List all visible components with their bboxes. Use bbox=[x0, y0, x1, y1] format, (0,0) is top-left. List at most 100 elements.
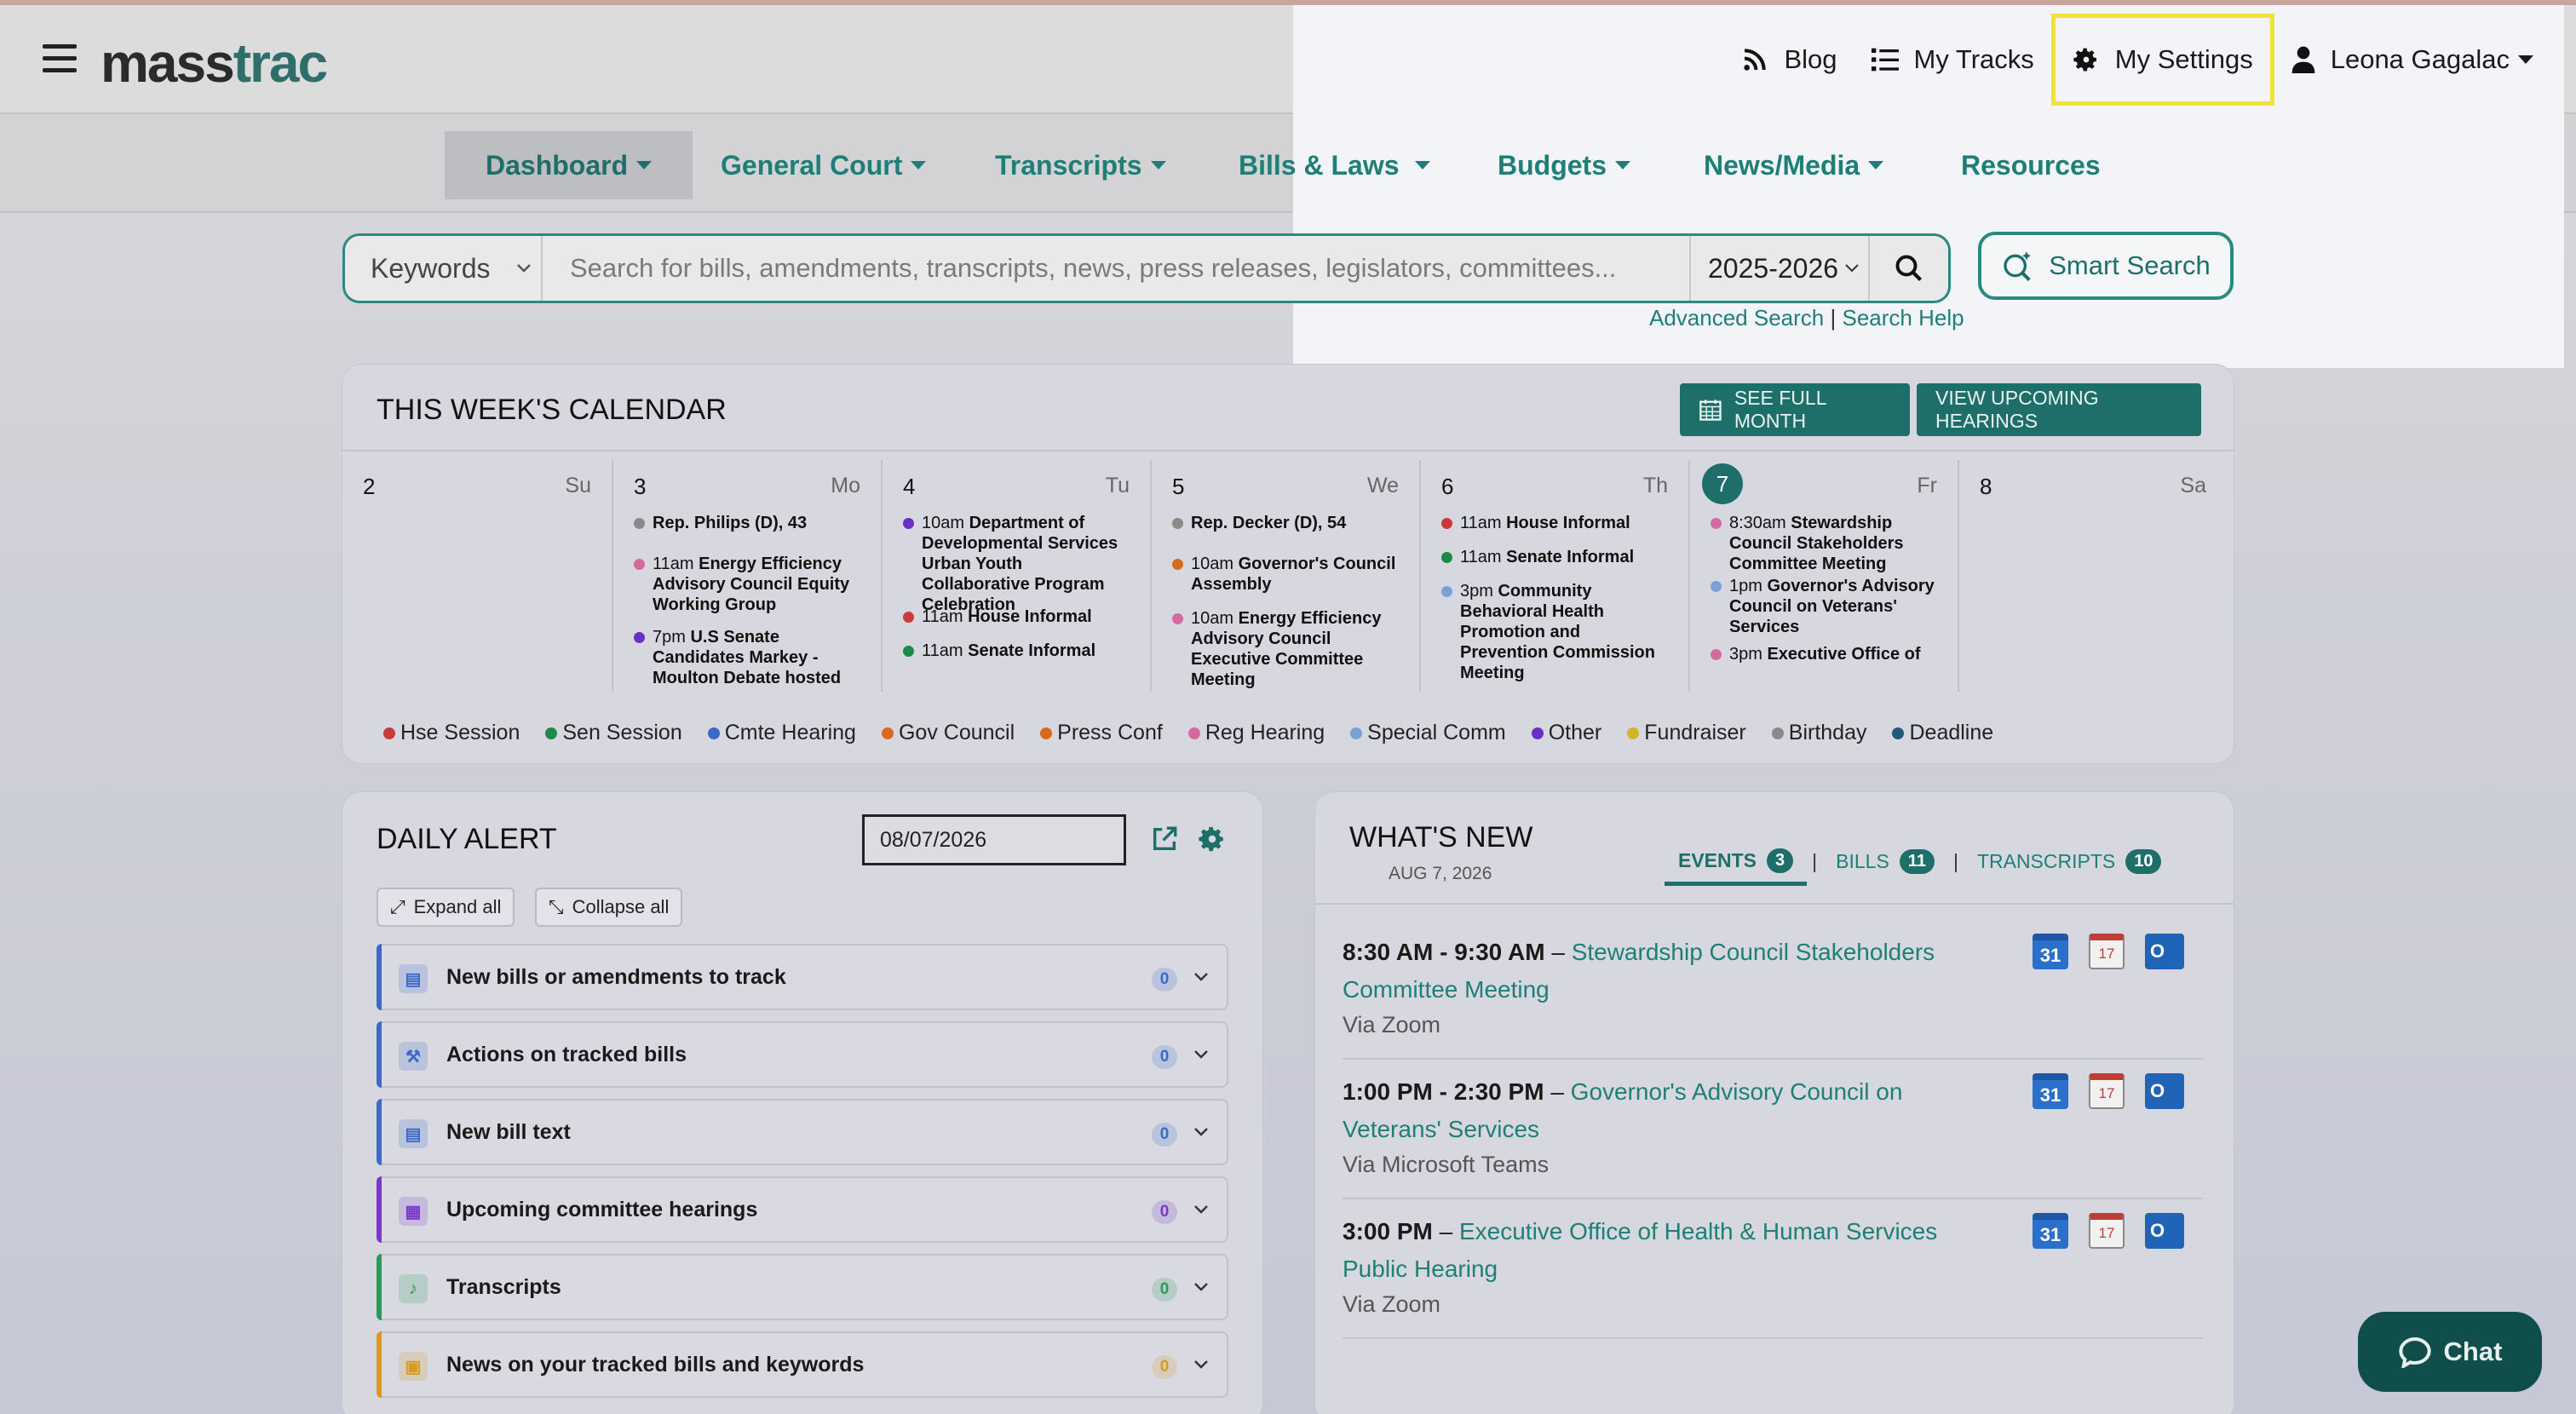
category-color-bar bbox=[377, 1254, 382, 1320]
event-dot bbox=[1172, 613, 1183, 624]
google-calendar-icon[interactable]: 31 bbox=[2033, 1213, 2068, 1249]
masstrac-logo[interactable]: masstrac bbox=[101, 27, 328, 99]
see-full-month-button[interactable]: SEE FULL MONTH bbox=[1680, 383, 1910, 436]
blog-link[interactable]: Blog bbox=[1724, 14, 1854, 106]
my-settings-link[interactable]: My Settings bbox=[2050, 14, 2274, 106]
calendar-divider bbox=[342, 450, 2234, 451]
nav-general-court[interactable]: General Court bbox=[721, 131, 927, 199]
day-name: Mo bbox=[831, 474, 860, 497]
event-dot bbox=[903, 518, 914, 529]
calendar-event[interactable]: 10am Department of Developmental Service… bbox=[903, 513, 1131, 615]
calendar-event[interactable]: 11am Senate Informal bbox=[903, 641, 1131, 661]
calendar-legend: Hse Session Sen Session Cmte Hearing Gov Co… bbox=[383, 721, 2019, 745]
calendar-event[interactable]: 3pm Executive Office of bbox=[1711, 644, 1939, 664]
alert-category-row[interactable]: ⚒ Actions on tracked bills 0 bbox=[377, 1021, 1228, 1088]
session-select[interactable]: 2025-2026 bbox=[1689, 236, 1868, 301]
event-title: Senate Informal bbox=[1506, 548, 1635, 566]
my-settings-label: My Settings bbox=[2114, 44, 2253, 74]
chat-button[interactable]: Chat bbox=[2358, 1312, 2542, 1392]
calendar-event[interactable]: 11am Senate Informal bbox=[1441, 547, 1670, 567]
chevron-down-icon bbox=[1845, 264, 1859, 273]
my-tracks-link[interactable]: My Tracks bbox=[1854, 14, 2051, 106]
ical-icon[interactable]: 17 bbox=[2089, 1073, 2125, 1109]
calendar-day[interactable]: 8 Sa bbox=[1958, 460, 2227, 692]
ical-icon[interactable]: 17 bbox=[2089, 1213, 2125, 1249]
event-title: House Informal bbox=[1506, 514, 1630, 532]
calendar-event[interactable]: 11am House Informal bbox=[903, 606, 1131, 627]
nav-bills-laws[interactable]: Bills & Laws bbox=[1239, 131, 1430, 199]
calendar-day[interactable]: 2 Su bbox=[342, 460, 612, 692]
ical-icon[interactable]: 17 bbox=[2089, 934, 2125, 969]
chevron-down-icon[interactable] bbox=[1193, 1278, 1210, 1295]
legend-item: Sen Session bbox=[545, 721, 682, 745]
tab-separator: | bbox=[1812, 849, 1818, 872]
calendar-event[interactable]: Rep. Philips (D), 43 bbox=[634, 513, 862, 533]
nav-resources[interactable]: Resources bbox=[1961, 131, 2101, 199]
outlook-calendar-icon[interactable]: O bbox=[2145, 1073, 2184, 1109]
outlook-calendar-icon[interactable]: O bbox=[2145, 1213, 2184, 1249]
day-name: Th bbox=[1642, 474, 1668, 497]
legend-dot bbox=[1350, 727, 1363, 739]
tab-transcripts[interactable]: TRANSCRIPTS 10 bbox=[1964, 848, 2176, 874]
calendar-event[interactable]: 3pm Community Behavioral Health Promotio… bbox=[1441, 581, 1670, 683]
search-input[interactable]: Search for bills, amendments, transcript… bbox=[543, 253, 1689, 284]
calendar-day[interactable]: 6 Th 11am House Informal 11am Senate Inform… bbox=[1419, 460, 1688, 692]
legend-label: Hse Session bbox=[400, 721, 520, 744]
alert-category-label: New bills or amendments to track bbox=[446, 964, 786, 989]
legend-label: Sen Session bbox=[562, 721, 682, 744]
alert-category-row[interactable]: ▣ News on your tracked bills and keywords… bbox=[377, 1331, 1228, 1398]
external-link-icon[interactable] bbox=[1150, 825, 1179, 854]
calendar-event[interactable]: 10am Energy Efficiency Advisory Council … bbox=[1172, 608, 1400, 690]
whats-new-date: AUG 7, 2026 bbox=[1389, 864, 1492, 883]
alert-category-row[interactable]: ♪ Transcripts 0 bbox=[377, 1254, 1228, 1320]
chevron-down-icon[interactable] bbox=[1193, 1123, 1210, 1140]
calendar-event[interactable]: 11am House Informal bbox=[1441, 513, 1670, 533]
calendar-day[interactable]: 3 Mo Rep. Philips (D), 43 11am Energy Effic… bbox=[612, 460, 881, 692]
google-calendar-icon[interactable]: 31 bbox=[2033, 934, 2068, 969]
google-calendar-icon[interactable]: 31 bbox=[2033, 1073, 2068, 1109]
tab-events[interactable]: EVENTS 3 bbox=[1665, 848, 1808, 886]
search-type-select[interactable]: Keywords bbox=[345, 236, 543, 301]
time-separator: – bbox=[1439, 1218, 1453, 1244]
tab-bills[interactable]: BILLS 11 bbox=[1822, 848, 1948, 874]
chevron-down-icon[interactable] bbox=[1193, 1045, 1210, 1062]
legend-item: Press Conf bbox=[1040, 721, 1163, 745]
calendar-day[interactable]: 4 Tu 10am Department of Developmental Serv… bbox=[881, 460, 1150, 692]
nav-transcripts[interactable]: Transcripts bbox=[995, 131, 1166, 199]
chevron-down-icon[interactable] bbox=[1193, 968, 1210, 985]
hamburger-menu-icon[interactable] bbox=[43, 44, 77, 73]
weekly-calendar: THIS WEEK'S CALENDAR ‹› SEE FULL MONTH V… bbox=[342, 365, 2234, 763]
day-number: 2 bbox=[363, 474, 376, 499]
calendar-event[interactable]: 10am Governor's Council Assembly bbox=[1172, 554, 1400, 595]
outlook-calendar-icon[interactable]: O bbox=[2145, 934, 2184, 969]
chevron-down-icon[interactable] bbox=[1193, 1355, 1210, 1372]
gear-icon[interactable] bbox=[1198, 825, 1227, 854]
view-upcoming-hearings-button[interactable]: VIEW UPCOMING HEARINGS bbox=[1917, 383, 2201, 436]
expand-all-button[interactable]: ⤢ Expand all bbox=[377, 888, 515, 927]
calendar-event[interactable]: Rep. Decker (D), 54 bbox=[1172, 513, 1400, 533]
user-menu[interactable]: Leona Gagalac bbox=[2274, 14, 2550, 106]
alert-category-row[interactable]: ▤ New bill text 0 bbox=[377, 1099, 1228, 1165]
calendar-event[interactable]: 8:30am Stewardship Council Stakeholders … bbox=[1711, 513, 1939, 574]
chevron-down-icon[interactable] bbox=[1193, 1200, 1210, 1217]
calendar-event[interactable]: 11am Energy Efficiency Advisory Council … bbox=[634, 554, 862, 615]
search-help-link[interactable]: Search Help bbox=[1842, 305, 1964, 331]
collapse-all-button[interactable]: ⤡ Collapse all bbox=[535, 888, 683, 927]
nav-budgets[interactable]: Budgets bbox=[1498, 131, 1630, 199]
event-dot bbox=[1441, 518, 1452, 529]
advanced-search-link[interactable]: Advanced Search bbox=[1649, 305, 1824, 331]
smart-search-button[interactable]: Smart Search bbox=[1978, 232, 2234, 300]
search-button[interactable] bbox=[1868, 236, 1948, 301]
calendar-event[interactable]: 7pm U.S Senate Candidates Markey - Moult… bbox=[634, 627, 862, 688]
calendar-day[interactable]: 5 We Rep. Decker (D), 54 10am Governor's Co… bbox=[1150, 460, 1419, 692]
alert-category-row[interactable]: ▦ Upcoming committee hearings 0 bbox=[377, 1176, 1228, 1243]
calendar-day[interactable]: 7 Fr 8:30am Stewardship Council Stakeholde… bbox=[1688, 460, 1958, 692]
nav-dashboard[interactable]: Dashboard bbox=[445, 131, 693, 199]
nav-news-media[interactable]: News/Media bbox=[1704, 131, 1884, 199]
alert-date-input[interactable]: 08/07/2026 bbox=[862, 814, 1126, 865]
event-dot bbox=[1711, 581, 1722, 592]
alert-category-row[interactable]: ▤ New bills or amendments to track 0 bbox=[377, 944, 1228, 1010]
tab-separator: | bbox=[1952, 849, 1958, 872]
search-bar: Keywords Search for bills, amendments, t… bbox=[342, 233, 1951, 303]
calendar-event[interactable]: 1pm Governor's Advisory Council on Veter… bbox=[1711, 576, 1939, 637]
